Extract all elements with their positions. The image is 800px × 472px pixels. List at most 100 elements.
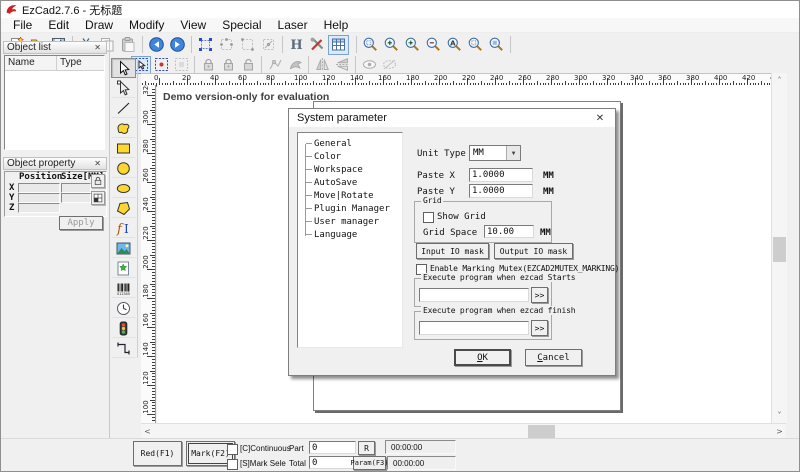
polygon-tool[interactable] bbox=[111, 198, 136, 218]
hatch-icon[interactable]: H bbox=[286, 35, 307, 55]
exec-start-browse-button[interactable]: >> bbox=[531, 287, 548, 303]
bitmap-tool[interactable] bbox=[111, 238, 136, 258]
menu-edit[interactable]: Edit bbox=[40, 18, 77, 33]
vertical-scrollbar[interactable]: ˄ ˅ bbox=[771, 73, 787, 423]
rectangle-tool[interactable] bbox=[111, 138, 136, 158]
text-tool[interactable]: fI bbox=[111, 218, 136, 238]
input-io-mask-button[interactable]: Input IO mask bbox=[416, 243, 489, 259]
mirror-horizontal-icon[interactable] bbox=[332, 56, 352, 74]
column-name[interactable]: Name bbox=[5, 56, 57, 70]
apply-button[interactable]: Apply bbox=[59, 216, 103, 230]
mirror-vertical-icon[interactable] bbox=[312, 56, 332, 74]
cancel-button[interactable]: Cancel bbox=[525, 349, 582, 366]
reset-count-button[interactable]: R bbox=[358, 441, 375, 455]
size-y-field[interactable] bbox=[61, 193, 91, 203]
vertical-scroll-thumb[interactable] bbox=[773, 237, 786, 262]
continuous-checkbox[interactable] bbox=[227, 444, 238, 455]
position-y-field[interactable] bbox=[18, 193, 60, 203]
dialog-title-bar[interactable]: System parameter bbox=[289, 109, 615, 127]
lock-aspect-button[interactable] bbox=[91, 174, 105, 188]
menu-draw[interactable]: Draw bbox=[77, 18, 121, 33]
grid-cell-button[interactable] bbox=[91, 191, 105, 205]
tree-item-general[interactable]: General bbox=[302, 138, 402, 151]
options-icon[interactable] bbox=[307, 35, 328, 55]
zoom-page-icon[interactable] bbox=[486, 35, 507, 55]
scroll-up-icon[interactable]: ˄ bbox=[773, 74, 786, 87]
tree-item-workspace[interactable]: Workspace bbox=[302, 164, 402, 177]
zoom-window-icon[interactable] bbox=[360, 35, 381, 55]
tree-item-language[interactable]: Language bbox=[302, 229, 402, 242]
zoom-selection-icon[interactable] bbox=[465, 35, 486, 55]
menu-modify[interactable]: Modify bbox=[121, 18, 172, 33]
mark-sele-checkbox[interactable] bbox=[227, 459, 238, 470]
break-node-icon[interactable] bbox=[258, 35, 279, 55]
paste-icon[interactable] bbox=[118, 35, 139, 55]
ok-button[interactable]: OK bbox=[454, 349, 511, 366]
snap-node-icon[interactable] bbox=[265, 56, 285, 74]
node-edit-tool[interactable] bbox=[111, 78, 136, 98]
lock-z-icon[interactable] bbox=[238, 56, 258, 74]
show-grid-checkbox[interactable] bbox=[423, 212, 434, 223]
menu-special[interactable]: Special bbox=[214, 18, 269, 33]
tree-item-plugin-manager[interactable]: Plugin Manager bbox=[302, 203, 402, 216]
scroll-left-icon[interactable]: < bbox=[141, 425, 154, 438]
table-view-icon[interactable] bbox=[328, 35, 349, 55]
vector-file-tool[interactable] bbox=[111, 258, 136, 278]
menu-view[interactable]: View bbox=[172, 18, 214, 33]
scroll-right-icon[interactable]: > bbox=[773, 425, 786, 438]
zoom-point-icon[interactable] bbox=[402, 35, 423, 55]
redo-icon[interactable] bbox=[167, 35, 188, 55]
position-x-field[interactable] bbox=[18, 183, 60, 193]
grid-space-input[interactable] bbox=[484, 225, 534, 238]
object-list-close-icon[interactable]: ✕ bbox=[92, 43, 103, 52]
total-count-input[interactable] bbox=[309, 456, 356, 469]
paste-x-input[interactable] bbox=[469, 168, 533, 182]
tree-item-move-rotate[interactable]: Move|Rotate bbox=[302, 190, 402, 203]
tree-item-autosave[interactable]: AutoSave bbox=[302, 177, 402, 190]
delay-tool[interactable] bbox=[111, 298, 136, 318]
select-tool[interactable] bbox=[111, 58, 136, 78]
spiral-tool[interactable] bbox=[111, 338, 136, 358]
paste-y-input[interactable] bbox=[469, 184, 533, 198]
menu-file[interactable]: File bbox=[5, 18, 40, 33]
output-io-mask-button[interactable]: Output IO mask bbox=[494, 243, 573, 259]
chevron-down-icon[interactable]: ▼ bbox=[506, 146, 520, 160]
object-list[interactable]: NameType bbox=[4, 55, 105, 150]
horizontal-scroll-thumb[interactable] bbox=[528, 425, 555, 438]
menu-laser[interactable]: Laser bbox=[270, 18, 316, 33]
select-nodes-icon[interactable] bbox=[195, 35, 216, 55]
io-tool[interactable] bbox=[111, 318, 136, 338]
lock-y-icon[interactable] bbox=[218, 56, 238, 74]
scroll-down-icon[interactable]: ˅ bbox=[773, 409, 786, 422]
tree-item-user-manager[interactable]: User manager bbox=[302, 216, 402, 229]
zoom-in-icon[interactable] bbox=[381, 35, 402, 55]
dialog-close-icon[interactable]: ✕ bbox=[587, 110, 613, 126]
param-f3-button[interactable]: Param(F3) bbox=[353, 456, 386, 470]
curve-tool[interactable] bbox=[111, 118, 136, 138]
size-x-field[interactable] bbox=[61, 183, 91, 193]
horizontal-scrollbar[interactable]: < > bbox=[141, 423, 786, 438]
show-object-icon[interactable] bbox=[359, 56, 379, 74]
menu-help[interactable]: Help bbox=[316, 18, 357, 33]
exec-start-input[interactable] bbox=[419, 288, 529, 302]
barcode-tool[interactable]: 012345 bbox=[111, 278, 136, 298]
object-property-close-icon[interactable]: ✕ bbox=[92, 159, 103, 168]
draw-order-icon[interactable] bbox=[285, 56, 305, 74]
part-count-input[interactable] bbox=[309, 441, 356, 454]
unit-type-select[interactable]: MM ▼ bbox=[469, 145, 521, 161]
circle-tool[interactable] bbox=[111, 158, 136, 178]
delete-node-icon[interactable] bbox=[237, 35, 258, 55]
add-node-icon[interactable] bbox=[216, 35, 237, 55]
pick-point-icon[interactable] bbox=[151, 56, 171, 74]
hide-object-icon[interactable] bbox=[379, 56, 399, 74]
column-type[interactable]: Type bbox=[57, 56, 104, 70]
zoom-all-icon[interactable]: A bbox=[444, 35, 465, 55]
tree-item-color[interactable]: Color bbox=[302, 151, 402, 164]
undo-icon[interactable] bbox=[146, 35, 167, 55]
ellipse-tool[interactable] bbox=[111, 178, 136, 198]
marquee-icon[interactable] bbox=[171, 56, 191, 74]
zoom-out-icon[interactable] bbox=[423, 35, 444, 55]
lock-x-icon[interactable] bbox=[198, 56, 218, 74]
red-f1-button[interactable]: Red(F1) bbox=[133, 441, 182, 466]
exec-finish-browse-button[interactable]: >> bbox=[531, 320, 548, 336]
